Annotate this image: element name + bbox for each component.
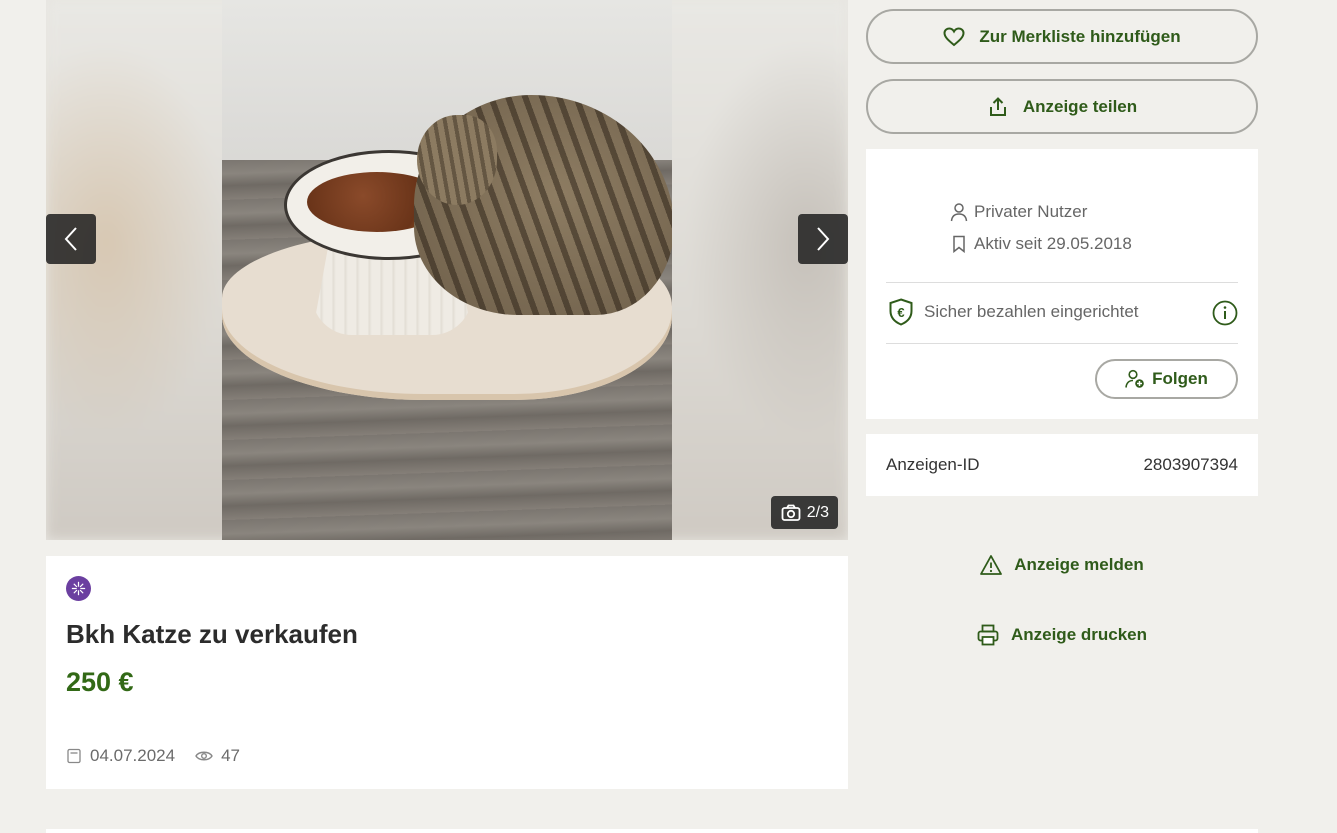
bookmark-icon xyxy=(953,235,965,253)
ad-id-card: Anzeigen-ID 2803907394 xyxy=(866,434,1258,496)
ad-id-value: 2803907394 xyxy=(1143,455,1238,474)
camera-icon xyxy=(781,504,801,521)
image-gallery: 2/3 xyxy=(46,0,848,540)
ad-id-label: Anzeigen-ID xyxy=(886,455,980,474)
listing-views: 47 xyxy=(221,746,241,765)
shield-euro-icon: € xyxy=(889,298,913,326)
listing-meta: 04.07.2024 47 xyxy=(66,746,240,766)
calendar-icon xyxy=(67,748,81,764)
listing-photo[interactable] xyxy=(222,0,672,540)
seller-active-row: Aktiv seit 29.05.2018 xyxy=(950,234,1132,254)
user-plus-icon xyxy=(1125,369,1144,388)
follow-label: Folgen xyxy=(1152,369,1208,388)
chevron-left-icon xyxy=(64,227,77,251)
user-icon xyxy=(950,203,968,222)
share-button[interactable]: Anzeige teilen xyxy=(866,79,1258,134)
print-ad-button[interactable]: Anzeige drucken xyxy=(866,624,1258,646)
image-counter-text: 2/3 xyxy=(806,503,829,521)
share-icon xyxy=(989,96,1006,116)
share-label: Anzeige teilen xyxy=(1022,96,1138,116)
gallery-next-button[interactable] xyxy=(798,214,848,264)
photo-kitten-head xyxy=(417,115,497,205)
eye-icon xyxy=(195,751,213,761)
heart-icon xyxy=(943,26,965,46)
gallery-prev-button[interactable] xyxy=(46,214,96,264)
listing-date: 04.07.2024 xyxy=(90,746,176,765)
seller-card: Privater Nutzer Aktiv seit 29.05.2018 € … xyxy=(866,149,1258,419)
seller-type: Privater Nutzer xyxy=(974,202,1088,221)
image-counter[interactable]: 2/3 xyxy=(770,496,838,529)
svg-text:€: € xyxy=(897,305,904,320)
add-to-watchlist-button[interactable]: Zur Merkliste hinzufügen xyxy=(866,9,1258,64)
next-section-edge xyxy=(46,829,1258,833)
divider xyxy=(886,282,1238,283)
chevron-right-icon xyxy=(817,227,830,251)
report-ad-button[interactable]: Anzeige melden xyxy=(866,554,1258,576)
listing-price: 250 € xyxy=(66,667,134,697)
secure-payment-row: € Sicher bezahlen eingerichtet xyxy=(888,298,1238,326)
listing-title: Bkh Katze zu verkaufen xyxy=(66,619,358,649)
report-ad-label: Anzeige melden xyxy=(1014,555,1144,574)
secure-payment-text: Sicher bezahlen eingerichtet xyxy=(924,302,1139,321)
info-icon[interactable] xyxy=(1212,300,1238,326)
listing-info-card: Bkh Katze zu verkaufen 250 € 04.07.2024 … xyxy=(46,556,848,789)
follow-button[interactable]: Folgen xyxy=(1095,359,1238,399)
seller-type-row: Privater Nutzer xyxy=(950,202,1087,222)
add-to-watchlist-label: Zur Merkliste hinzufügen xyxy=(979,26,1181,46)
printer-icon xyxy=(977,624,999,646)
badge-icon xyxy=(66,576,91,601)
warning-icon xyxy=(980,555,1003,575)
seller-active-since: Aktiv seit 29.05.2018 xyxy=(974,234,1132,253)
print-ad-label: Anzeige drucken xyxy=(1010,625,1148,644)
divider xyxy=(886,343,1238,344)
